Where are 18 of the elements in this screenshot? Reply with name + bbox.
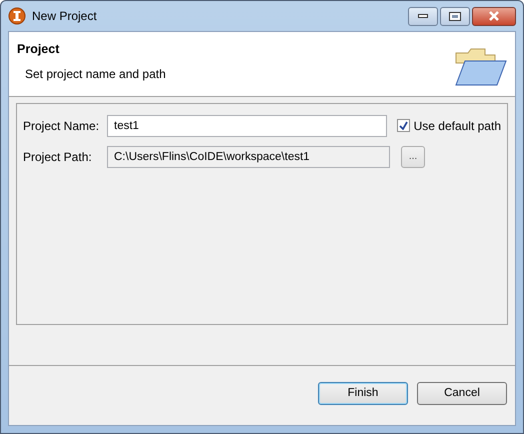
default-path-checkbox[interactable]: Use default path (396, 116, 501, 134)
minimize-button[interactable] (408, 6, 438, 26)
close-icon (488, 11, 500, 21)
cancel-button[interactable]: Cancel (417, 382, 507, 405)
browse-button[interactable]: ... (401, 146, 425, 168)
check-icon (398, 121, 408, 130)
app-icon (8, 7, 26, 25)
text-field[interactable]: test1 (107, 114, 387, 136)
maximize-icon (449, 12, 461, 20)
page-description: Set project name and path (25, 66, 166, 83)
minimize-icon (418, 14, 428, 18)
finish-button[interactable]: Finish (318, 382, 408, 405)
window-title: New Project (32, 8, 97, 25)
maximize-button[interactable] (440, 6, 470, 26)
field-label: Project Name: (23, 118, 100, 134)
field-label: Project Path: (23, 148, 93, 166)
page-title: Project (17, 41, 60, 58)
close-button[interactable] (472, 6, 516, 26)
